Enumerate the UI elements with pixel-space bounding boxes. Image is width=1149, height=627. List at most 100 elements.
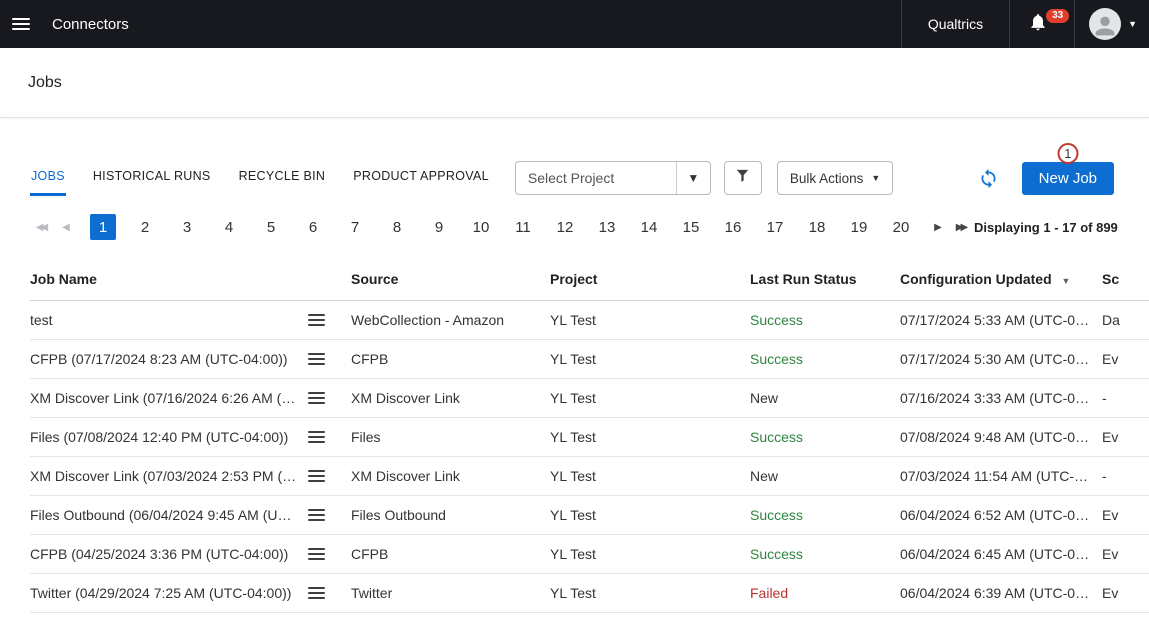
page-button-4[interactable]: 4	[216, 214, 242, 240]
page-button-2[interactable]: 2	[132, 214, 158, 240]
table-row[interactable]: XM Discover Link (07/16/2024 6:26 AM (U……	[30, 379, 1149, 418]
tab-historical-runs[interactable]: HISTORICAL RUNS	[92, 160, 212, 196]
bulk-actions-button[interactable]: Bulk Actions ▼	[777, 161, 893, 195]
chevron-down-icon: ▼	[871, 173, 880, 183]
job-project: YL Test	[550, 340, 750, 379]
job-configuration-updated: 07/03/2024 11:54 AM (UTC-…	[900, 457, 1102, 496]
page-button-3[interactable]: 3	[174, 214, 200, 240]
page-title: Jobs	[28, 74, 62, 92]
refresh-button[interactable]	[978, 167, 1000, 189]
chevron-down-icon: ▼	[1128, 19, 1137, 29]
funnel-icon	[734, 167, 751, 189]
sync-icon	[978, 168, 999, 189]
job-source: XM Discover Link	[351, 457, 550, 496]
column-header-source[interactable]: Source	[351, 262, 550, 301]
next-page-button[interactable]: ▶	[926, 214, 950, 240]
page-button-8[interactable]: 8	[384, 214, 410, 240]
row-actions-menu-icon[interactable]	[308, 587, 325, 599]
job-configuration-updated: 06/04/2024 6:39 AM (UTC-0…	[900, 574, 1102, 613]
job-configuration-updated: 07/17/2024 5:33 AM (UTC-0…	[900, 301, 1102, 340]
table-row[interactable]: XM Discover Link (07/03/2024 2:53 PM (U……	[30, 457, 1149, 496]
page-button-20[interactable]: 20	[888, 214, 914, 240]
page-list: 1234567891011121314151617181920	[90, 214, 914, 240]
page-button-15[interactable]: 15	[678, 214, 704, 240]
job-name: Files Outbound (06/04/2024 9:45 AM (UT…	[30, 507, 308, 523]
page-button-17[interactable]: 17	[762, 214, 788, 240]
tab-jobs[interactable]: JOBS	[30, 160, 66, 196]
hamburger-menu-icon[interactable]	[8, 9, 38, 39]
first-page-button[interactable]: ◀◀	[30, 214, 54, 240]
row-actions-menu-icon[interactable]	[308, 314, 325, 326]
job-project: YL Test	[550, 301, 750, 340]
job-schedule: -	[1102, 457, 1149, 496]
page-button-14[interactable]: 14	[636, 214, 662, 240]
job-schedule: Ev	[1102, 574, 1149, 613]
job-status: New	[750, 457, 900, 496]
job-status: Failed	[750, 574, 900, 613]
job-name: Files (07/08/2024 12:40 PM (UTC-04:00))	[30, 429, 298, 445]
job-source: CFPB	[351, 535, 550, 574]
prev-page-button[interactable]: ◀	[54, 214, 78, 240]
column-header-project[interactable]: Project	[550, 262, 750, 301]
job-status: New	[750, 379, 900, 418]
column-header-sc[interactable]: Sc	[1102, 262, 1149, 301]
notification-badge: 33	[1046, 9, 1069, 23]
table-row[interactable]: Files (07/08/2024 12:40 PM (UTC-04:00))F…	[30, 418, 1149, 457]
page-button-10[interactable]: 10	[468, 214, 494, 240]
job-name: XM Discover Link (07/03/2024 2:53 PM (U…	[30, 468, 308, 484]
row-actions-menu-icon[interactable]	[308, 353, 325, 365]
table-row[interactable]: CFPB (04/25/2024 3:36 PM (UTC-04:00)) CFP…	[30, 535, 1149, 574]
pagination: ◀◀ ◀ 1234567891011121314151617181920 ▶ ▶…	[30, 214, 1149, 240]
page-button-6[interactable]: 6	[300, 214, 326, 240]
project-select[interactable]: Select Project ▼	[515, 161, 711, 195]
job-name: test	[30, 312, 63, 328]
row-actions-menu-icon[interactable]	[308, 470, 325, 482]
sort-desc-icon: ▼	[1062, 276, 1071, 286]
bulk-actions-label: Bulk Actions	[790, 171, 864, 186]
chevron-down-icon: ▼	[676, 162, 710, 194]
job-configuration-updated: 06/04/2024 6:45 AM (UTC-0…	[900, 535, 1102, 574]
app-title: Connectors	[52, 16, 129, 33]
page-button-5[interactable]: 5	[258, 214, 284, 240]
row-actions-menu-icon[interactable]	[308, 431, 325, 443]
job-project: YL Test	[550, 457, 750, 496]
page-button-7[interactable]: 7	[342, 214, 368, 240]
page-button-9[interactable]: 9	[426, 214, 452, 240]
job-configuration-updated: 07/08/2024 9:48 AM (UTC-0…	[900, 418, 1102, 457]
page-button-16[interactable]: 16	[720, 214, 746, 240]
page-button-12[interactable]: 12	[552, 214, 578, 240]
tab-recycle-bin[interactable]: RECYCLE BIN	[238, 160, 327, 196]
brand-label: Qualtrics	[928, 16, 983, 32]
row-actions-menu-icon[interactable]	[308, 509, 325, 521]
table-body: testWebCollection - AmazonYL TestSuccess…	[30, 301, 1149, 613]
row-actions-menu-icon[interactable]	[308, 548, 325, 560]
tab-product-approval[interactable]: PRODUCT APPROVAL	[352, 160, 490, 196]
bell-icon	[1028, 12, 1048, 37]
brand-menu[interactable]: Qualtrics	[901, 0, 1009, 48]
table-row[interactable]: Twitter (04/29/2024 7:25 AM (UTC-04:00))…	[30, 574, 1149, 613]
table-row[interactable]: testWebCollection - AmazonYL TestSuccess…	[30, 301, 1149, 340]
job-status: Success	[750, 496, 900, 535]
column-header-configuration-updated[interactable]: Configuration Updated ▼	[900, 262, 1102, 301]
notifications-button[interactable]: 33	[1009, 0, 1074, 48]
column-header-job-name[interactable]: Job Name	[30, 262, 351, 301]
new-job-button[interactable]: New Job	[1022, 162, 1114, 195]
page-button-1[interactable]: 1	[90, 214, 116, 240]
annotation-circle-1: 1	[1057, 143, 1078, 164]
job-name: Twitter (04/29/2024 7:25 AM (UTC-04:00))	[30, 585, 301, 601]
page-button-11[interactable]: 11	[510, 214, 536, 240]
table-row[interactable]: CFPB (07/17/2024 8:23 AM (UTC-04:00))CFP…	[30, 340, 1149, 379]
row-actions-menu-icon[interactable]	[308, 392, 325, 404]
topbar: Connectors Qualtrics 33 ▼	[0, 0, 1149, 48]
column-header-last-run-status[interactable]: Last Run Status	[750, 262, 900, 301]
table-row[interactable]: Files Outbound (06/04/2024 9:45 AM (UT…F…	[30, 496, 1149, 535]
last-page-button[interactable]: ▶▶	[950, 214, 974, 240]
filter-button[interactable]	[724, 161, 762, 195]
account-menu[interactable]: ▼	[1074, 0, 1149, 48]
job-configuration-updated: 07/17/2024 5:30 AM (UTC-0…	[900, 340, 1102, 379]
page-button-19[interactable]: 19	[846, 214, 872, 240]
page-button-18[interactable]: 18	[804, 214, 830, 240]
page-button-13[interactable]: 13	[594, 214, 620, 240]
job-name: CFPB (04/25/2024 3:36 PM (UTC-04:00))	[30, 546, 298, 562]
page-header: Jobs	[0, 48, 1149, 118]
